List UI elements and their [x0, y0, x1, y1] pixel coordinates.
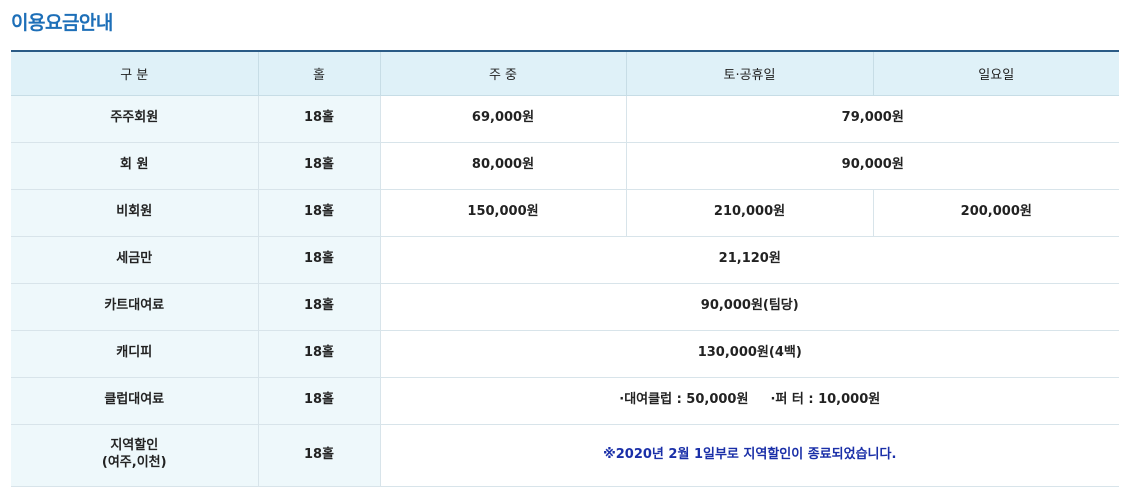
table-row: 회 원 18홀 80,000원 90,000원 — [11, 142, 1119, 190]
table-row: 비회원 18홀 150,000원 210,000원 200,000원 — [11, 189, 1119, 237]
table-header-row: 구 분 홀 주 중 토·공휴일 일요일 — [11, 50, 1119, 96]
header-weekday: 주 중 — [379, 50, 626, 96]
row-category-line2: (여주,이천) — [101, 455, 167, 470]
page: 이용요금안내 구 분 홀 주 중 토·공휴일 일요일 주주회원 18홀 69,0… — [0, 0, 1129, 500]
row-category: 지역할인 (여주,이천) — [11, 424, 258, 487]
table-row: 세금만 18홀 21,120원 — [11, 236, 1119, 284]
row-category-line1: 지역할인 — [110, 438, 159, 454]
table-row: 지역할인 (여주,이천) 18홀 ※2020년 2월 1일부로 지역할인이 종료… — [11, 424, 1119, 487]
row-category: 카트대여료 — [11, 283, 258, 331]
row-weekday-fee: 80,000원 — [379, 142, 626, 190]
discount-ended-notice: ※2020년 2월 1일부로 지역할인이 종료되었습니다. — [379, 424, 1119, 487]
header-category: 구 분 — [11, 50, 258, 96]
header-saturday-holiday: 토·공휴일 — [625, 50, 873, 96]
row-fee: ·대여클럽 : 50,000원 ·퍼 터 : 10,000원 — [379, 377, 1119, 425]
putter-rental-fee: ·퍼 터 : 10,000원 — [770, 392, 881, 408]
row-sunday-fee: 200,000원 — [872, 189, 1119, 237]
row-hole: 18홀 — [257, 330, 380, 378]
row-category: 비회원 — [11, 189, 258, 237]
fee-table: 구 분 홀 주 중 토·공휴일 일요일 주주회원 18홀 69,000원 79,… — [11, 50, 1119, 487]
table-row: 카트대여료 18홀 90,000원(팀당) — [11, 283, 1119, 331]
row-hole: 18홀 — [257, 377, 380, 425]
row-weekday-fee: 150,000원 — [379, 189, 626, 237]
row-weekday-fee: 69,000원 — [379, 95, 626, 143]
row-category: 주주회원 — [11, 95, 258, 143]
row-category: 회 원 — [11, 142, 258, 190]
row-category: 세금만 — [11, 236, 258, 284]
row-weekend-fee: 90,000원 — [625, 142, 1119, 190]
table-row: 캐디피 18홀 130,000원(4백) — [11, 330, 1119, 378]
row-fee: 130,000원(4백) — [379, 330, 1119, 378]
row-weekend-fee: 79,000원 — [625, 95, 1119, 143]
header-hole: 홀 — [257, 50, 380, 96]
page-title: 이용요금안내 — [11, 12, 113, 34]
table-row: 주주회원 18홀 69,000원 79,000원 — [11, 95, 1119, 143]
row-hole: 18홀 — [257, 424, 380, 487]
row-fee: 21,120원 — [379, 236, 1119, 284]
row-fee: 90,000원(팀당) — [379, 283, 1119, 331]
club-rental-fee: ·대여클럽 : 50,000원 — [619, 392, 749, 408]
row-hole: 18홀 — [257, 189, 380, 237]
row-hole: 18홀 — [257, 283, 380, 331]
row-category: 캐디피 — [11, 330, 258, 378]
row-hole: 18홀 — [257, 95, 380, 143]
table-row: 클럽대여료 18홀 ·대여클럽 : 50,000원 ·퍼 터 : 10,000원 — [11, 377, 1119, 425]
header-sunday: 일요일 — [872, 50, 1119, 96]
row-saturday-holiday-fee: 210,000원 — [625, 189, 873, 237]
row-hole: 18홀 — [257, 236, 380, 284]
row-hole: 18홀 — [257, 142, 380, 190]
row-category: 클럽대여료 — [11, 377, 258, 425]
